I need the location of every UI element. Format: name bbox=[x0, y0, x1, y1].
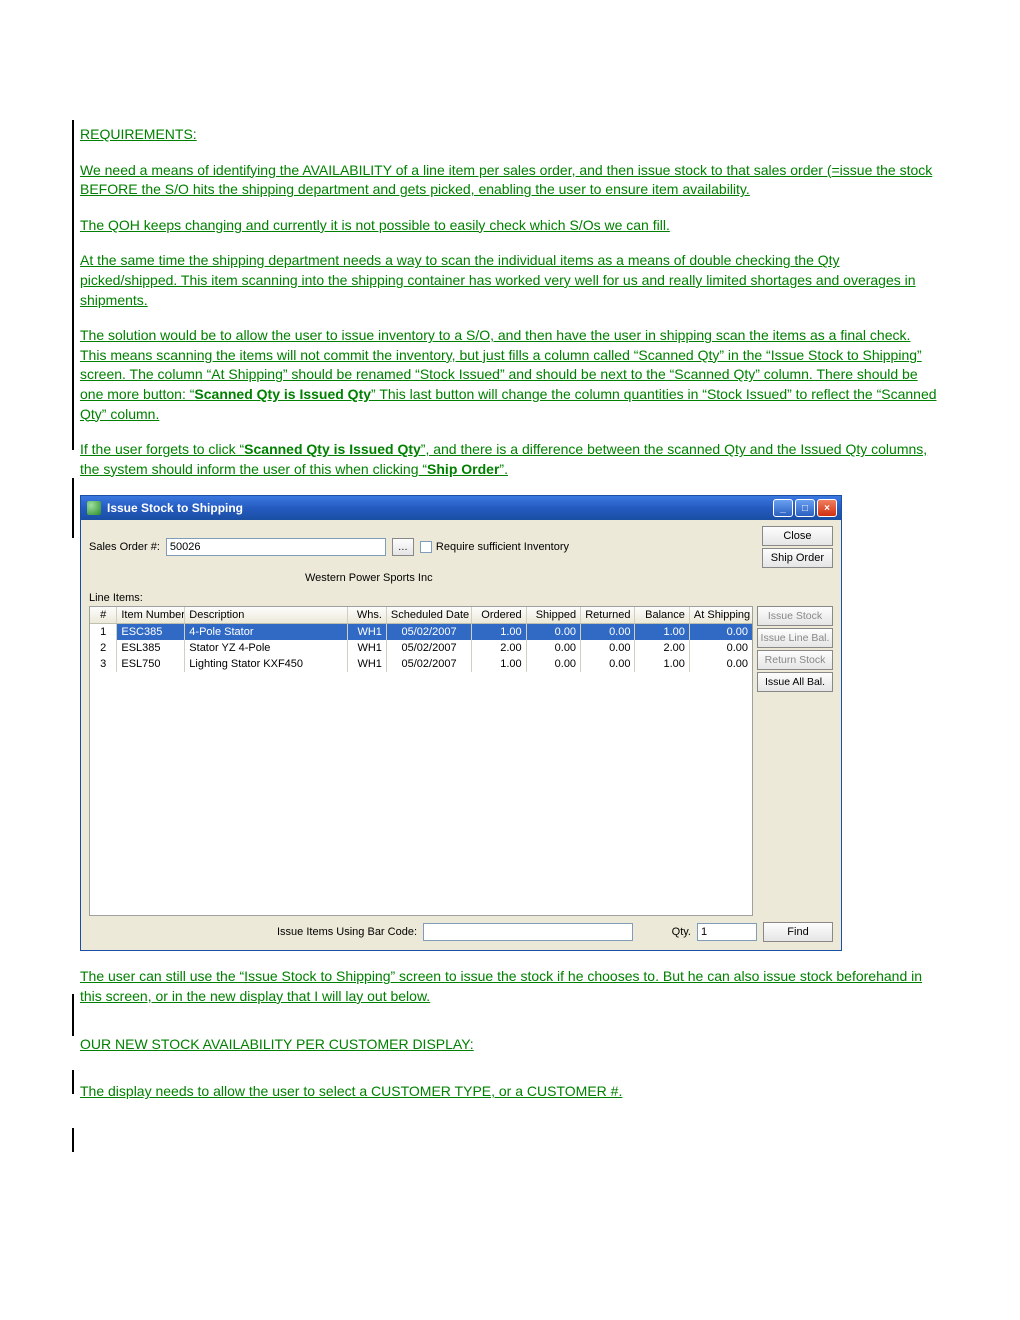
cell: 0.00 bbox=[527, 640, 581, 656]
cell: 1.00 bbox=[472, 656, 526, 672]
cell: WH1 bbox=[348, 624, 387, 640]
return-stock-button[interactable]: Return Stock bbox=[757, 650, 833, 670]
close-window-button[interactable]: × bbox=[817, 499, 837, 517]
line-items-grid[interactable]: # Item Number Description Whs. Scheduled… bbox=[89, 606, 753, 916]
issue-line-bal-button[interactable]: Issue Line Bal. bbox=[757, 628, 833, 648]
requirements-heading: REQUIREMENTS: bbox=[80, 125, 940, 145]
col-ordered[interactable]: Ordered bbox=[472, 607, 526, 623]
cell: WH1 bbox=[348, 640, 387, 656]
requirements-p3: At the same time the shipping department… bbox=[80, 251, 940, 310]
app-icon bbox=[87, 501, 101, 515]
barcode-label: Issue Items Using Bar Code: bbox=[277, 926, 417, 938]
cell: 1.00 bbox=[635, 656, 689, 672]
requirements-p7: OUR NEW STOCK AVAILABILITY PER CUSTOMER … bbox=[80, 1035, 940, 1055]
requirements-p1: We need a means of identifying the AVAIL… bbox=[80, 161, 940, 200]
cell: 05/02/2007 bbox=[387, 624, 472, 640]
issue-stock-button[interactable]: Issue Stock bbox=[757, 606, 833, 626]
cell: 05/02/2007 bbox=[387, 656, 472, 672]
browse-button[interactable]: … bbox=[392, 538, 414, 556]
cell: 1.00 bbox=[472, 624, 526, 640]
table-row[interactable]: 3ESL750Lighting Stator KXF450WH105/02/20… bbox=[90, 656, 752, 672]
col-desc[interactable]: Description bbox=[185, 607, 348, 623]
col-date[interactable]: Scheduled Date bbox=[387, 607, 472, 623]
cell: 0.00 bbox=[581, 656, 635, 672]
table-row[interactable]: 2ESL385Stator YZ 4-PoleWH105/02/20072.00… bbox=[90, 640, 752, 656]
barcode-input[interactable] bbox=[423, 923, 633, 941]
cell: 0.00 bbox=[690, 640, 752, 656]
line-items-label: Line Items: bbox=[81, 590, 841, 606]
col-item[interactable]: Item Number bbox=[117, 607, 185, 623]
cell: 0.00 bbox=[581, 624, 635, 640]
cell: 3 bbox=[90, 656, 117, 672]
titlebar: Issue Stock to Shipping _ □ × bbox=[81, 496, 841, 520]
cell: 2 bbox=[90, 640, 117, 656]
close-button[interactable]: Close bbox=[762, 526, 833, 546]
qty-label: Qty. bbox=[672, 926, 691, 938]
cell: ESL385 bbox=[117, 640, 185, 656]
minimize-button[interactable]: _ bbox=[773, 499, 793, 517]
requirements-p6: The user can still use the “Issue Stock … bbox=[80, 967, 940, 1006]
col-whs[interactable]: Whs. bbox=[348, 607, 387, 623]
cell: 0.00 bbox=[527, 656, 581, 672]
customer-name: Western Power Sports Inc bbox=[81, 570, 841, 590]
cell: 0.00 bbox=[527, 624, 581, 640]
cell: 1 bbox=[90, 624, 117, 640]
grid-header: # Item Number Description Whs. Scheduled… bbox=[90, 607, 752, 624]
cell: 2.00 bbox=[635, 640, 689, 656]
cell: 05/02/2007 bbox=[387, 640, 472, 656]
col-atshipping[interactable]: At Shipping bbox=[690, 607, 752, 623]
requirements-p2: The QOH keeps changing and currently it … bbox=[80, 216, 940, 236]
cell: 2.00 bbox=[472, 640, 526, 656]
cell: WH1 bbox=[348, 656, 387, 672]
col-shipped[interactable]: Shipped bbox=[527, 607, 581, 623]
table-row[interactable]: 1ESC3854-Pole StatorWH105/02/20071.000.0… bbox=[90, 624, 752, 640]
cell: Lighting Stator KXF450 bbox=[185, 656, 348, 672]
ship-order-button[interactable]: Ship Order bbox=[762, 548, 833, 568]
cell: ESL750 bbox=[117, 656, 185, 672]
requirements-p4: The solution would be to allow the user … bbox=[80, 326, 940, 424]
cell: 0.00 bbox=[581, 640, 635, 656]
require-inventory-checkbox[interactable]: Require sufficient Inventory bbox=[420, 541, 569, 553]
col-num[interactable]: # bbox=[90, 607, 117, 623]
change-bar bbox=[72, 1128, 74, 1152]
requirements-p5: If the user forgets to click “Scanned Qt… bbox=[80, 440, 940, 479]
change-bar bbox=[72, 120, 74, 450]
sales-order-input[interactable] bbox=[166, 538, 386, 556]
col-balance[interactable]: Balance bbox=[635, 607, 689, 623]
requirements-p8: The display needs to allow the user to s… bbox=[80, 1082, 940, 1102]
cell: 4-Pole Stator bbox=[185, 624, 348, 640]
cell: ESC385 bbox=[117, 624, 185, 640]
change-bar bbox=[72, 1070, 74, 1094]
change-bar bbox=[72, 994, 74, 1036]
cell: 1.00 bbox=[635, 624, 689, 640]
issue-all-bal-button[interactable]: Issue All Bal. bbox=[757, 672, 833, 692]
sales-order-label: Sales Order #: bbox=[89, 541, 160, 553]
cell: 0.00 bbox=[690, 624, 752, 640]
qty-input[interactable] bbox=[697, 923, 757, 941]
cell: Stator YZ 4-Pole bbox=[185, 640, 348, 656]
change-bar bbox=[72, 478, 74, 538]
issue-stock-window: Issue Stock to Shipping _ □ × Sales Orde… bbox=[80, 495, 842, 951]
maximize-button[interactable]: □ bbox=[795, 499, 815, 517]
find-button[interactable]: Find bbox=[763, 922, 833, 942]
col-returned[interactable]: Returned bbox=[581, 607, 635, 623]
window-title: Issue Stock to Shipping bbox=[107, 501, 773, 515]
cell: 0.00 bbox=[690, 656, 752, 672]
